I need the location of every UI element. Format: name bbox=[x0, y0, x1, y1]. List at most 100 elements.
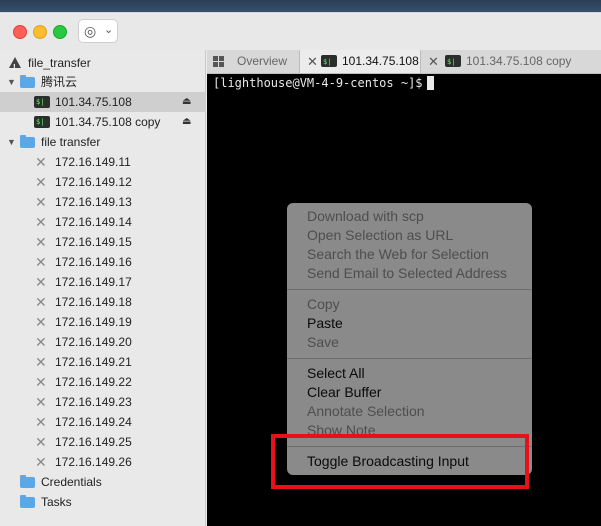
target-icon: ◎ bbox=[84, 23, 97, 39]
disconnected-host-icon: ✕ bbox=[35, 414, 47, 430]
sidebar-host-item[interactable]: ✕ 172.16.149.14 bbox=[0, 212, 206, 232]
sidebar-root[interactable]: file_transfer bbox=[0, 53, 206, 78]
tab-overview[interactable]: Overview bbox=[207, 50, 300, 73]
terminal-icon bbox=[34, 92, 50, 112]
menu-item-paste[interactable]: Paste bbox=[307, 314, 343, 333]
sidebar-host-label: 172.16.149.22 bbox=[55, 375, 132, 389]
zoom-window-button[interactable] bbox=[53, 25, 67, 39]
sidebar-host-item[interactable]: ✕ 172.16.149.15 bbox=[0, 232, 206, 252]
sidebar-host-item[interactable]: ✕ 172.16.149.18 bbox=[0, 292, 206, 312]
close-window-button[interactable] bbox=[13, 25, 27, 39]
sidebar-host-label: 172.16.149.16 bbox=[55, 255, 132, 269]
sidebar-host-label: 172.16.149.14 bbox=[55, 215, 132, 229]
sidebar-group-tencent[interactable]: ▼ 腾讯云 bbox=[0, 72, 206, 92]
folder-icon bbox=[20, 75, 35, 88]
menu-separator bbox=[287, 358, 532, 359]
sidebar-group-label: 腾讯云 bbox=[41, 75, 78, 89]
disconnected-host-icon: ✕ bbox=[35, 254, 47, 270]
disconnected-host-icon: ✕ bbox=[35, 394, 47, 410]
menu-separator bbox=[287, 289, 532, 290]
sidebar-host-item[interactable]: ✕ 172.16.149.13 bbox=[0, 192, 206, 212]
sidebar-host-item[interactable]: ✕ 172.16.149.16 bbox=[0, 252, 206, 272]
sidebar-host-label: 172.16.149.26 bbox=[55, 455, 132, 469]
menu-item-send-email[interactable]: Send Email to Selected Address bbox=[307, 264, 507, 283]
menu-item-select-all[interactable]: Select All bbox=[307, 364, 365, 383]
menu-item-clear-buffer[interactable]: Clear Buffer bbox=[307, 383, 381, 402]
warning-icon bbox=[9, 57, 21, 78]
disconnected-host-icon: ✕ bbox=[35, 214, 47, 230]
disconnected-host-icon: ✕ bbox=[35, 154, 47, 170]
menu-item-copy[interactable]: Copy bbox=[307, 295, 340, 314]
grid-icon bbox=[213, 56, 224, 67]
disconnected-host-icon: ✕ bbox=[35, 194, 47, 210]
connection-menu-button[interactable]: ◎ ⌄ bbox=[78, 19, 118, 43]
tab-host-copy[interactable]: ✕ 101.34.75.108 copy bbox=[421, 50, 601, 73]
sidebar-host-label: 172.16.149.20 bbox=[55, 335, 132, 349]
sidebar-host-item[interactable]: ✕ 172.16.149.11 bbox=[0, 152, 206, 172]
terminal-icon bbox=[34, 112, 50, 132]
sidebar-host-label: 172.16.149.18 bbox=[55, 295, 132, 309]
sidebar: file_transfer ▼ 腾讯云 101.34.75.108 ⏏ 101.… bbox=[0, 50, 206, 526]
sidebar-host-label: 172.16.149.23 bbox=[55, 395, 132, 409]
close-tab-icon[interactable]: ✕ bbox=[307, 50, 318, 73]
chevron-down-icon: ⌄ bbox=[104, 24, 114, 36]
minimize-window-button[interactable] bbox=[33, 25, 47, 39]
eject-icon[interactable]: ⏏ bbox=[182, 92, 191, 112]
disconnected-host-icon: ✕ bbox=[35, 374, 47, 390]
sidebar-host-item[interactable]: 101.34.75.108 copy ⏏ bbox=[0, 112, 206, 132]
sidebar-tasks[interactable]: Tasks bbox=[0, 492, 206, 512]
menu-item-download-scp[interactable]: Download with scp bbox=[307, 207, 424, 226]
terminal-prompt-line: [lighthouse@VM-4-9-centos ~]$ bbox=[213, 76, 434, 90]
terminal-icon bbox=[445, 51, 461, 73]
menu-item-search-web[interactable]: Search the Web for Selection bbox=[307, 245, 489, 264]
sidebar-host-item[interactable]: 101.34.75.108 ⏏ bbox=[0, 92, 206, 112]
tab-bar: Overview ✕ 101.34.75.108 ✕ 101.34.75.108… bbox=[207, 50, 601, 74]
sidebar-tasks-label: Tasks bbox=[41, 495, 72, 509]
sidebar-host-item[interactable]: ✕ 172.16.149.22 bbox=[0, 372, 206, 392]
sidebar-host-item[interactable]: ✕ 172.16.149.20 bbox=[0, 332, 206, 352]
sidebar-host-item[interactable]: ✕ 172.16.149.19 bbox=[0, 312, 206, 332]
highlight-box bbox=[271, 434, 529, 489]
sidebar-host-item[interactable]: ✕ 172.16.149.25 bbox=[0, 432, 206, 452]
disclosure-triangle-icon[interactable]: ▼ bbox=[7, 132, 16, 152]
sidebar-credentials[interactable]: Credentials bbox=[0, 472, 206, 492]
sidebar-host-label: 172.16.149.13 bbox=[55, 195, 132, 209]
folder-icon bbox=[20, 135, 35, 148]
sidebar-host-item[interactable]: ✕ 172.16.149.23 bbox=[0, 392, 206, 412]
tab-host-active[interactable]: ✕ 101.34.75.108 bbox=[300, 50, 421, 73]
folder-icon bbox=[20, 475, 35, 488]
disconnected-host-icon: ✕ bbox=[35, 454, 47, 470]
sidebar-host-item[interactable]: ✕ 172.16.149.21 bbox=[0, 352, 206, 372]
sidebar-host-label: 172.16.149.12 bbox=[55, 175, 132, 189]
menu-item-save[interactable]: Save bbox=[307, 333, 339, 352]
disconnected-host-icon: ✕ bbox=[35, 294, 47, 310]
sidebar-host-label: 172.16.149.21 bbox=[55, 355, 132, 369]
disclosure-triangle-icon[interactable]: ▼ bbox=[7, 72, 16, 92]
sidebar-host-label: 172.16.149.15 bbox=[55, 235, 132, 249]
terminal-icon bbox=[321, 51, 337, 73]
sidebar-root-label: file_transfer bbox=[28, 56, 91, 70]
sidebar-host-item[interactable]: ✕ 172.16.149.24 bbox=[0, 412, 206, 432]
close-tab-icon[interactable]: ✕ bbox=[428, 50, 439, 73]
sidebar-host-item[interactable]: ✕ 172.16.149.26 bbox=[0, 452, 206, 472]
disconnected-host-icon: ✕ bbox=[35, 434, 47, 450]
disconnected-host-icon: ✕ bbox=[35, 334, 47, 350]
sidebar-host-label: 172.16.149.25 bbox=[55, 435, 132, 449]
tab-label: Overview bbox=[237, 54, 288, 68]
sidebar-host-item[interactable]: ✕ 172.16.149.17 bbox=[0, 272, 206, 292]
sidebar-host-label: 101.34.75.108 copy bbox=[55, 115, 161, 129]
disconnected-host-icon: ✕ bbox=[35, 274, 47, 290]
sidebar-host-label: 172.16.149.11 bbox=[55, 155, 131, 169]
eject-icon[interactable]: ⏏ bbox=[182, 112, 191, 132]
disconnected-host-icon: ✕ bbox=[35, 354, 47, 370]
sidebar-host-item[interactable]: ✕ 172.16.149.12 bbox=[0, 172, 206, 192]
sidebar-group-file-transfer[interactable]: ▼ file transfer bbox=[0, 132, 206, 152]
sidebar-credentials-label: Credentials bbox=[41, 475, 102, 489]
sidebar-host-label: 172.16.149.17 bbox=[55, 275, 132, 289]
disconnected-host-icon: ✕ bbox=[35, 234, 47, 250]
tab-label: 101.34.75.108 bbox=[342, 54, 419, 68]
sidebar-group-label: file transfer bbox=[41, 135, 101, 149]
menu-item-open-url[interactable]: Open Selection as URL bbox=[307, 226, 453, 245]
sidebar-host-label: 172.16.149.19 bbox=[55, 315, 132, 329]
menu-item-annotate[interactable]: Annotate Selection bbox=[307, 402, 425, 421]
